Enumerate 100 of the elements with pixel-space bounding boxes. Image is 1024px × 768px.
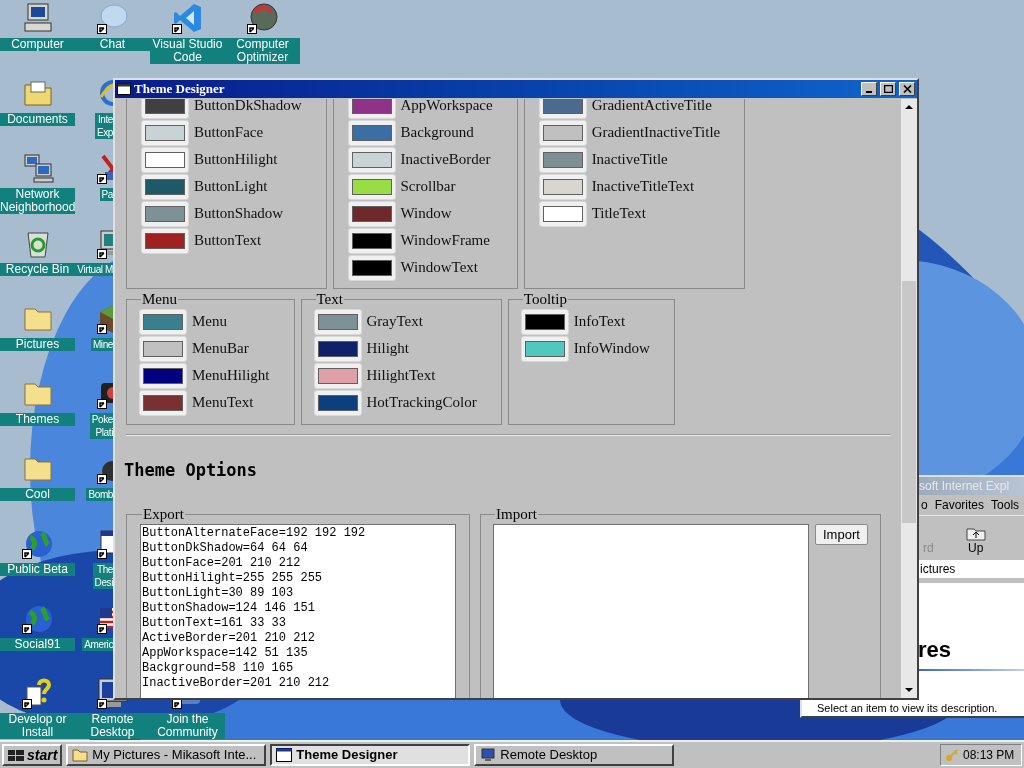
icon-label[interactable]: Bomb bbox=[86, 488, 113, 501]
shortcut-arrow-icon bbox=[96, 174, 107, 184]
clock: 08:13 PM bbox=[963, 747, 1015, 764]
close-button[interactable] bbox=[899, 82, 915, 96]
color-swatch[interactable] bbox=[520, 308, 569, 335]
icon-label[interactable]: Public Beta bbox=[0, 563, 75, 576]
maximize-icon bbox=[883, 85, 893, 93]
shortcut-arrow-icon bbox=[96, 324, 107, 334]
color-name: HilightText bbox=[366, 366, 436, 386]
group-title: Tooltip bbox=[522, 291, 568, 308]
icon-label[interactable]: Computer bbox=[0, 38, 75, 51]
icon-label[interactable]: Develop or Install bbox=[0, 713, 75, 739]
menu-item[interactable]: Favorites bbox=[934, 495, 985, 514]
shortcut-arrow-icon bbox=[21, 624, 32, 634]
color-swatch[interactable] bbox=[538, 119, 587, 146]
color-swatch[interactable] bbox=[347, 227, 396, 254]
color-swatch[interactable] bbox=[313, 308, 362, 335]
color-name: ButtonLight bbox=[194, 177, 268, 197]
address-field[interactable]: ictures bbox=[916, 559, 1024, 578]
color-swatch[interactable] bbox=[347, 173, 396, 200]
start-button[interactable]: start bbox=[2, 744, 63, 766]
color-name: ButtonFace bbox=[194, 123, 264, 143]
color-name: Hilight bbox=[366, 339, 409, 359]
panel-title: Export bbox=[142, 505, 185, 523]
shortcut-arrow-icon bbox=[96, 699, 107, 709]
color-swatch[interactable] bbox=[538, 173, 587, 200]
color-swatch[interactable] bbox=[347, 99, 396, 119]
color-swatch[interactable] bbox=[141, 200, 189, 227]
icon-label[interactable]: Cool bbox=[0, 488, 75, 501]
color-swatch[interactable] bbox=[141, 99, 189, 119]
color-swatch[interactable] bbox=[141, 119, 189, 146]
color-name: InfoText bbox=[573, 312, 626, 332]
color-swatch[interactable] bbox=[141, 146, 189, 173]
icon-label[interactable]: Americ bbox=[82, 638, 113, 651]
color-swatch[interactable] bbox=[347, 200, 396, 227]
import-button[interactable]: Import bbox=[815, 523, 868, 545]
toolbar-button[interactable]: Up bbox=[965, 524, 986, 555]
window-title: soft Internet Expl bbox=[919, 478, 1010, 495]
color-swatch[interactable] bbox=[139, 362, 187, 389]
color-swatch[interactable] bbox=[347, 146, 396, 173]
color-name: ButtonText bbox=[194, 231, 262, 251]
color-name: MenuBar bbox=[192, 339, 249, 359]
color-swatch[interactable] bbox=[347, 254, 396, 281]
import-field[interactable] bbox=[493, 523, 809, 698]
icon-label[interactable]: Remote Desktop bbox=[75, 713, 150, 739]
color-name: ButtonShadow bbox=[194, 204, 284, 224]
color-swatch[interactable] bbox=[347, 119, 396, 146]
color-swatch[interactable] bbox=[139, 389, 187, 416]
menu-item[interactable]: o bbox=[921, 495, 928, 514]
color-swatch[interactable] bbox=[313, 389, 362, 416]
icon-label[interactable]: Social91 bbox=[0, 638, 75, 651]
maximize-button[interactable] bbox=[880, 82, 896, 96]
icon-label[interactable]: Recycle Bin bbox=[0, 263, 75, 276]
color-swatch[interactable] bbox=[538, 200, 587, 227]
icon-label[interactable]: Poke Plati bbox=[89, 413, 113, 439]
icon-label[interactable]: Themes bbox=[0, 413, 75, 426]
color-name: GrayText bbox=[366, 312, 423, 332]
icon-label[interactable]: Computer Optimizer bbox=[225, 38, 300, 64]
icon-label[interactable]: Mine bbox=[90, 338, 113, 351]
color-swatch[interactable] bbox=[313, 362, 362, 389]
icon-label[interactable]: Chat bbox=[75, 38, 150, 51]
shortcut-arrow-icon bbox=[246, 24, 257, 34]
color-swatch[interactable] bbox=[139, 335, 187, 362]
scrollbar[interactable] bbox=[901, 99, 917, 698]
color-swatch[interactable] bbox=[538, 146, 587, 173]
color-name: InfoWindow bbox=[573, 339, 650, 359]
color-swatch[interactable] bbox=[313, 335, 362, 362]
close-icon bbox=[902, 85, 912, 93]
icon-label[interactable]: Pictures bbox=[0, 338, 75, 351]
shortcut-arrow-icon bbox=[171, 24, 182, 34]
icon-label[interactable]: Join the Community bbox=[150, 713, 225, 739]
scroll-thumb[interactable] bbox=[902, 281, 916, 523]
export-field[interactable]: ButtonAlternateFace=192 192 192 ButtonDkShadow=64 64 64 ButtonFace=201 210 212 ButtonHilight=255 255 255 ButtonLight=30 89 103 ButtonShadow=124 146 151 ButtonText=161 33 33 ActiveBorder=201 210 212 AppWorkspace=142 51 135 Background=58 110 165 InactiveBorder=201 210 212 bbox=[140, 523, 456, 698]
menu-item[interactable]: Tools bbox=[991, 495, 1020, 514]
color-swatch[interactable] bbox=[520, 335, 569, 362]
color-name: AppWorkspace bbox=[400, 99, 493, 116]
panel-title: Import bbox=[495, 505, 538, 523]
color-name: MenuHilight bbox=[192, 366, 270, 386]
color-name: InactiveBorder bbox=[400, 150, 491, 170]
shortcut-arrow-icon bbox=[96, 624, 107, 634]
icon-label[interactable]: Network Neighborhood bbox=[0, 188, 75, 214]
color-name: MenuText bbox=[192, 393, 254, 413]
taskbar-button[interactable]: My Pictures - Mikasoft Inte... bbox=[66, 744, 267, 766]
color-name: Window bbox=[400, 204, 452, 224]
color-name: WindowFrame bbox=[400, 231, 490, 251]
icon-label[interactable]: Visual Studio Code bbox=[150, 38, 225, 64]
color-name: HotTrackingColor bbox=[366, 393, 477, 413]
taskbar-button[interactable]: Theme Designer bbox=[270, 744, 471, 766]
icon-label[interactable]: Documents bbox=[0, 113, 75, 126]
color-swatch[interactable] bbox=[139, 308, 187, 335]
icon-label[interactable]: Virtual M bbox=[75, 263, 113, 276]
color-swatch[interactable] bbox=[538, 99, 587, 119]
shortcut-arrow-icon bbox=[96, 399, 107, 409]
window-title: Theme Designer bbox=[134, 80, 226, 99]
icon-label[interactable]: The Desi bbox=[92, 563, 113, 589]
taskbar-button[interactable]: Remote Desktop bbox=[474, 744, 675, 766]
shortcut-arrow-icon bbox=[96, 24, 107, 34]
color-swatch[interactable] bbox=[141, 227, 189, 254]
color-swatch[interactable] bbox=[141, 173, 189, 200]
minimize-button[interactable] bbox=[861, 82, 877, 96]
